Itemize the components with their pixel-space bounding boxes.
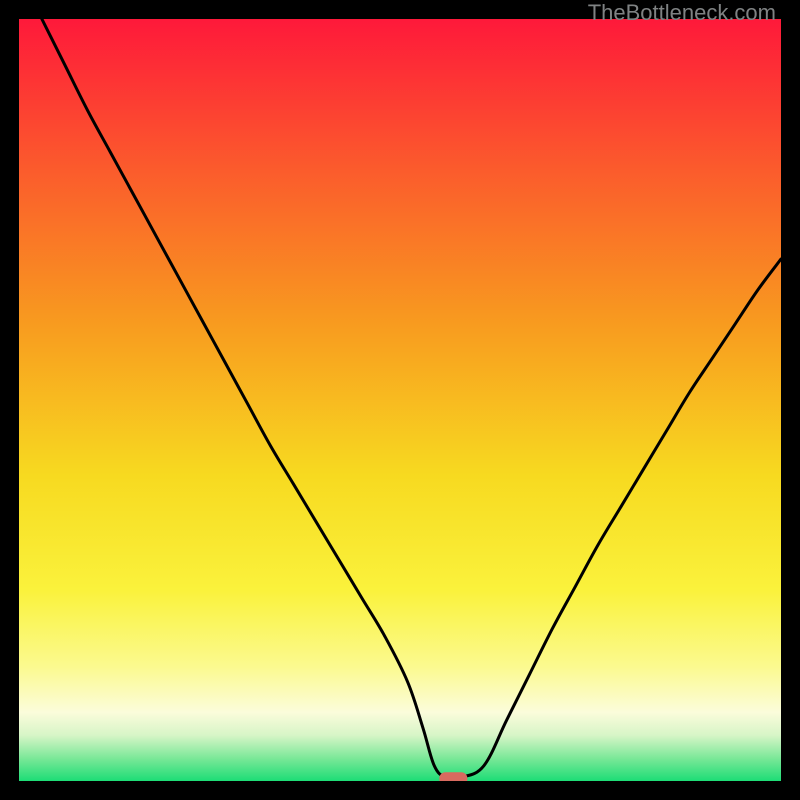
watermark-text: TheBottleneck.com	[588, 0, 776, 26]
chart-frame: TheBottleneck.com	[0, 0, 800, 800]
plot-area	[19, 19, 781, 781]
optimal-marker	[439, 772, 467, 781]
bottleneck-chart	[19, 19, 781, 781]
